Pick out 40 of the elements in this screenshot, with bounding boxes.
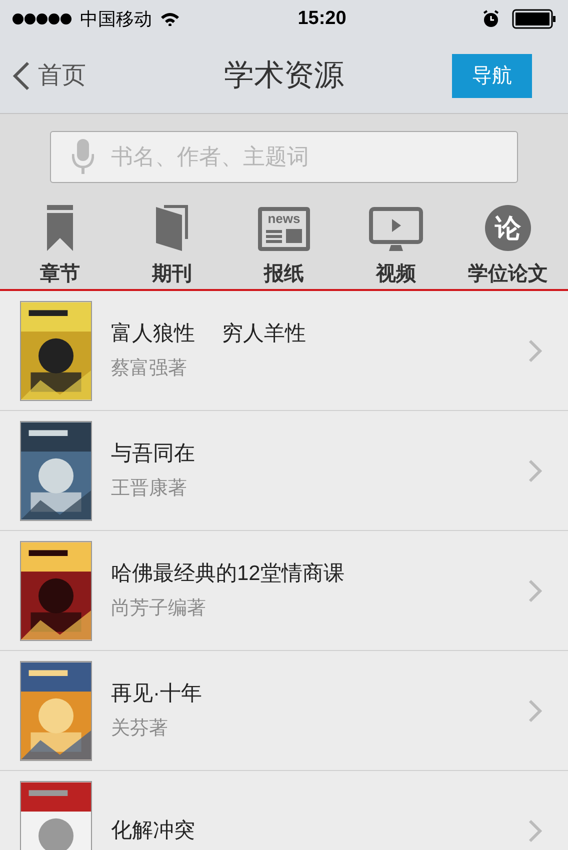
bookmark-icon: [47, 205, 73, 251]
chevron-right-icon: [528, 818, 542, 842]
book-row[interactable]: 哈佛最经典的12堂情商课 尚芳子编著: [0, 531, 568, 651]
battery-icon: [512, 9, 556, 29]
book-row[interactable]: 与吾同在 王晋康著: [0, 411, 568, 531]
chevron-right-icon: [528, 458, 542, 482]
book-author: 王晋康著: [111, 477, 188, 501]
book-row[interactable]: 富人狼性 穷人羊性 蔡富强著: [0, 291, 568, 411]
back-button[interactable]: 首页: [12, 58, 86, 94]
book-title: 再见·十年: [111, 680, 203, 706]
newspaper-icon: news: [258, 207, 310, 251]
category-tab[interactable]: 视频: [340, 205, 452, 289]
book-author: 尚芳子编著: [111, 597, 207, 621]
signal-icon: [12, 13, 72, 25]
search-field[interactable]: 书名、作者、主题词: [50, 131, 518, 183]
chevron-right-icon: [528, 578, 542, 602]
book-title: 哈佛最经典的12堂情商课: [111, 560, 346, 586]
category-tab[interactable]: 期刊: [116, 205, 228, 289]
microphone-icon: [72, 139, 94, 175]
alarm-icon: [482, 10, 500, 28]
category-tab[interactable]: news 报纸: [228, 205, 340, 289]
category-tab[interactable]: 论 学位论文: [452, 205, 564, 289]
book-row[interactable]: 化解冲突: [0, 771, 568, 850]
chevron-right-icon: [528, 698, 542, 722]
wifi-icon: [160, 12, 180, 26]
category-tab[interactable]: 章节: [4, 205, 116, 289]
chevron-right-icon: [528, 338, 542, 362]
book-title: 化解冲突: [111, 818, 196, 844]
carrier-name: 中国移动: [80, 8, 152, 30]
book-row[interactable]: 再见·十年 关芬著: [0, 651, 568, 771]
book-title: 富人狼性 穷人羊性: [111, 320, 307, 346]
page-title: 学术资源: [224, 58, 344, 94]
chevron-left-icon: [12, 60, 30, 90]
book-author: 关芬著: [111, 717, 169, 741]
clock-time: 15:20: [296, 6, 348, 31]
book-title: 与吾同在: [111, 440, 196, 466]
monitor-play-icon: [369, 207, 423, 251]
book-icon: [156, 205, 188, 251]
book-author: 蔡富强著: [111, 357, 188, 381]
seal-icon: 论: [485, 205, 531, 251]
